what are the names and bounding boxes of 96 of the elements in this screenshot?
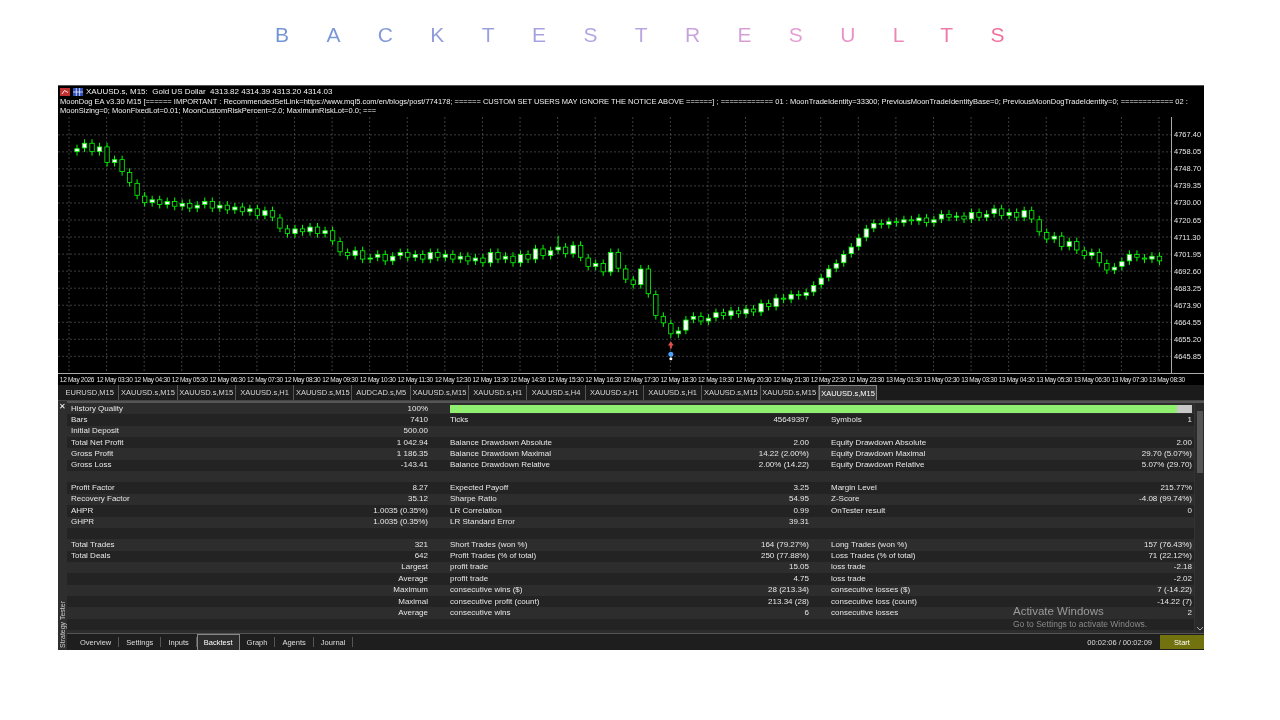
stat-label: consecutive wins	[450, 607, 511, 618]
stat-label: GHPR	[71, 517, 95, 528]
stat-label: consecutive losses	[831, 607, 899, 618]
stat-value: 215.77%	[1160, 483, 1192, 494]
stat-value: 2	[1187, 607, 1192, 618]
stat-value: 2.00	[1176, 437, 1192, 448]
stat-label: Equity Drawdown Absolute	[831, 437, 927, 448]
stat-value: 39.31	[788, 517, 809, 528]
stat-label: Margin Level	[831, 483, 877, 494]
stat-value: 321	[414, 539, 428, 550]
stat-value: 45649397	[773, 415, 809, 425]
stat-value: -2.18	[1173, 562, 1192, 573]
stat-label: consecutive profit (count)	[450, 596, 540, 607]
stat-value: 2.00	[793, 437, 809, 448]
grid-icon[interactable]	[73, 87, 83, 96]
stat-label: consecutive losses ($)	[831, 585, 911, 596]
stat-value: 250 (77.88%)	[760, 551, 809, 562]
stat-value: -14.22 (7)	[1157, 596, 1192, 607]
stat-label: Loss Trades (% of total)	[831, 551, 916, 562]
stat-value: 1	[1187, 415, 1192, 425]
stat-value: 1.0035 (0.35%)	[373, 505, 428, 516]
stat-label: Equity Drawdown Maximal	[831, 449, 926, 460]
stat-label: loss trade	[831, 562, 866, 573]
stat-value: 14.22 (2.00%)	[758, 449, 809, 460]
stat-value: 5.07% (29.70)	[1141, 460, 1192, 471]
activation-text: Go to Settings to activate Windows.	[1013, 619, 1148, 629]
activation-title: Activate Windows	[1013, 605, 1105, 617]
stat-label: OnTester result	[831, 505, 886, 516]
stat-label: Bars	[71, 415, 88, 425]
stat-label: Ticks	[450, 415, 469, 425]
stat-label: profit trade	[450, 573, 489, 584]
stat-value: 2.00% (14.22)	[758, 460, 809, 471]
stat-label: Sharpe Ratio	[450, 494, 497, 505]
stat-label: Expected Payoff	[450, 483, 509, 494]
stat-label: consecutive wins ($)	[450, 585, 523, 596]
stat-value: 1 042.94	[396, 437, 428, 448]
stat-label: Short Trades (won %)	[450, 539, 528, 550]
stat-value: 35.12	[407, 494, 428, 505]
stat-label: AHPR	[71, 505, 94, 516]
stat-value: -2.02	[1173, 573, 1192, 584]
stat-value: 157 (76.43%)	[1143, 539, 1192, 550]
stat-value: 8.27	[412, 483, 428, 494]
stat-label: Long Trades (won %)	[831, 539, 908, 550]
stat-label: loss trade	[831, 573, 866, 584]
stat-value: 7 (-14.22)	[1157, 585, 1192, 596]
stat-label: Gross Profit	[71, 449, 114, 460]
stat-value: 642	[414, 551, 428, 562]
stat-label: consecutive loss (count)	[831, 596, 917, 607]
stat-value: 29.70 (5.07%)	[1141, 449, 1192, 460]
stat-label: Gross Loss	[71, 460, 112, 471]
stat-label: Maximum	[393, 585, 428, 596]
stat-label: Balance Drawdown Maximal	[450, 449, 551, 460]
chart-icon[interactable]	[60, 87, 70, 96]
stat-label: Total Trades	[71, 539, 115, 550]
stat-label: Balance Drawdown Absolute	[450, 437, 552, 448]
stat-value: 28 (213.34)	[768, 585, 809, 596]
stat-value: 0	[1187, 505, 1192, 516]
stat-label: Symbols	[831, 415, 862, 425]
stat-value: 1.0035 (0.35%)	[373, 517, 428, 528]
stat-label: Total Deals	[71, 551, 111, 562]
stat-value: 500.00	[403, 426, 428, 437]
stat-value: 4.75	[793, 573, 809, 584]
stat-value: 213.34 (28)	[768, 596, 809, 607]
stat-label: History Quality	[71, 403, 123, 414]
stat-label: Equity Drawdown Relative	[831, 460, 925, 471]
stat-value: -143.41	[400, 460, 428, 471]
trade-markers-drawing	[667, 341, 674, 361]
stat-label: Profit Factor	[71, 483, 115, 494]
stat-label: Average	[398, 607, 428, 618]
chevron-down-icon[interactable]	[1196, 627, 1203, 632]
stat-value: 164 (79.27%)	[760, 539, 809, 550]
stat-label: Total Net Profit	[71, 437, 124, 448]
stat-value: 1 186.35	[396, 449, 428, 460]
chart-symbol-header: XAUUSD.s, M15: Gold US Dollar 4313.82 4314.39 4313.20 4314.03	[86, 87, 333, 96]
stat-value: 15.05	[788, 562, 809, 573]
stat-value: 71 (22.12%)	[1148, 551, 1192, 562]
stat-label: Average	[398, 573, 428, 584]
stat-value: 3.25	[793, 483, 809, 494]
stat-value: 6	[804, 607, 809, 618]
stat-value: 100%	[407, 403, 428, 414]
stat-label: Z-Score	[831, 494, 860, 505]
stat-value: 54.95	[788, 494, 809, 505]
stat-value: 7410	[410, 415, 428, 425]
stat-label: Balance Drawdown Relative	[450, 460, 551, 471]
stat-label: Initial Deposit	[71, 426, 120, 437]
stat-value: -4.08 (99.74%)	[1139, 494, 1192, 505]
stat-label: Largest	[401, 562, 428, 573]
stat-label: Profit Trades (% of total)	[450, 551, 537, 562]
stat-label: Recovery Factor	[71, 494, 130, 505]
close-button[interactable]: ✕	[58, 402, 67, 411]
stat-label: LR Correlation	[450, 505, 502, 516]
stat-label: profit trade	[450, 562, 489, 573]
stat-label: LR Standard Error	[450, 517, 515, 528]
stat-label: Maximal	[398, 596, 428, 607]
stat-value: 0.99	[793, 505, 809, 516]
scrollbar[interactable]	[1194, 403, 1204, 634]
